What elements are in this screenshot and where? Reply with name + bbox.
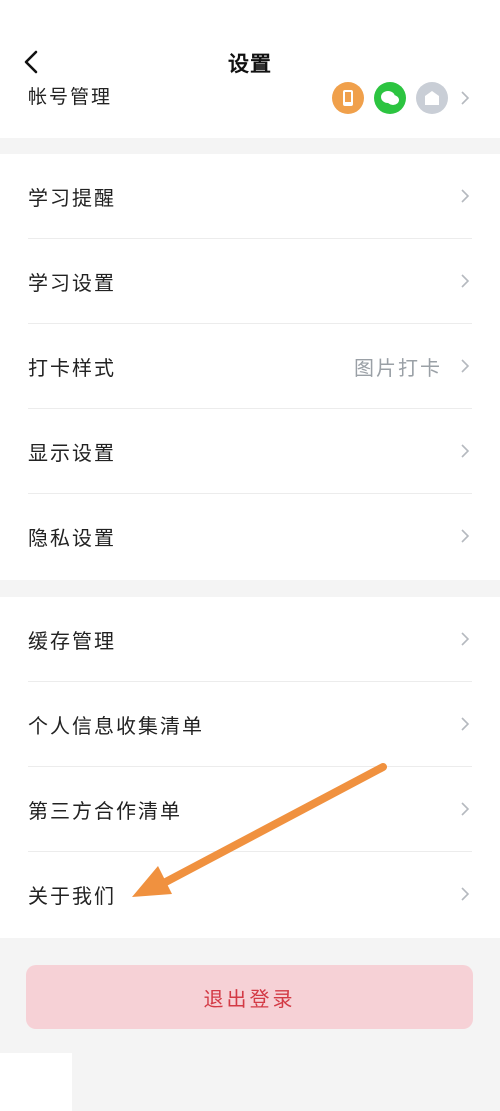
more-account-icon <box>416 82 448 114</box>
wechat-icon <box>374 82 406 114</box>
chevron-right-icon <box>461 91 470 105</box>
logout-button[interactable]: 退出登录 <box>26 965 473 1029</box>
settings-item-cache-management[interactable]: 缓存管理 <box>0 597 500 682</box>
settings-group-2: 缓存管理 个人信息收集清单 第三方合作清单 关于我们 <box>0 597 500 938</box>
settings-item-checkin-style[interactable]: 打卡样式 图片打卡 <box>0 324 500 409</box>
settings-item-third-party-list[interactable]: 第三方合作清单 <box>0 767 500 852</box>
chevron-right-icon <box>461 359 470 373</box>
header: 设置 帐号管理 <box>0 0 500 138</box>
chevron-right-icon <box>461 529 470 543</box>
chevron-right-icon <box>461 189 470 203</box>
item-label: 打卡样式 <box>28 356 116 380</box>
chevron-right-icon <box>461 444 470 458</box>
phone-icon <box>332 82 364 114</box>
account-management-label[interactable]: 帐号管理 <box>28 82 112 109</box>
settings-item-study-settings[interactable]: 学习设置 <box>0 239 500 324</box>
chevron-right-icon <box>461 887 470 901</box>
settings-item-about-us[interactable]: 关于我们 <box>0 852 500 937</box>
item-label: 关于我们 <box>28 884 116 908</box>
account-icons[interactable] <box>322 82 470 114</box>
settings-item-privacy-settings[interactable]: 隐私设置 <box>0 494 500 579</box>
chevron-right-icon <box>461 632 470 646</box>
chevron-right-icon <box>461 274 470 288</box>
settings-item-study-reminder[interactable]: 学习提醒 <box>0 154 500 239</box>
page-title: 设置 <box>228 51 272 76</box>
item-label: 缓存管理 <box>28 629 116 653</box>
item-label: 学习设置 <box>28 271 116 295</box>
item-value: 图片打卡 <box>354 356 442 380</box>
settings-group-1: 学习提醒 学习设置 打卡样式 图片打卡 显示设置 隐私设置 <box>0 154 500 580</box>
item-label: 第三方合作清单 <box>28 799 182 823</box>
item-label: 显示设置 <box>28 441 116 465</box>
item-label: 个人信息收集清单 <box>28 714 204 738</box>
settings-item-display-settings[interactable]: 显示设置 <box>0 409 500 494</box>
item-label: 隐私设置 <box>28 526 116 550</box>
chevron-right-icon <box>461 717 470 731</box>
item-label: 学习提醒 <box>28 186 116 210</box>
blank-area <box>0 1053 72 1111</box>
chevron-right-icon <box>461 802 470 816</box>
settings-item-personal-info-list[interactable]: 个人信息收集清单 <box>0 682 500 767</box>
